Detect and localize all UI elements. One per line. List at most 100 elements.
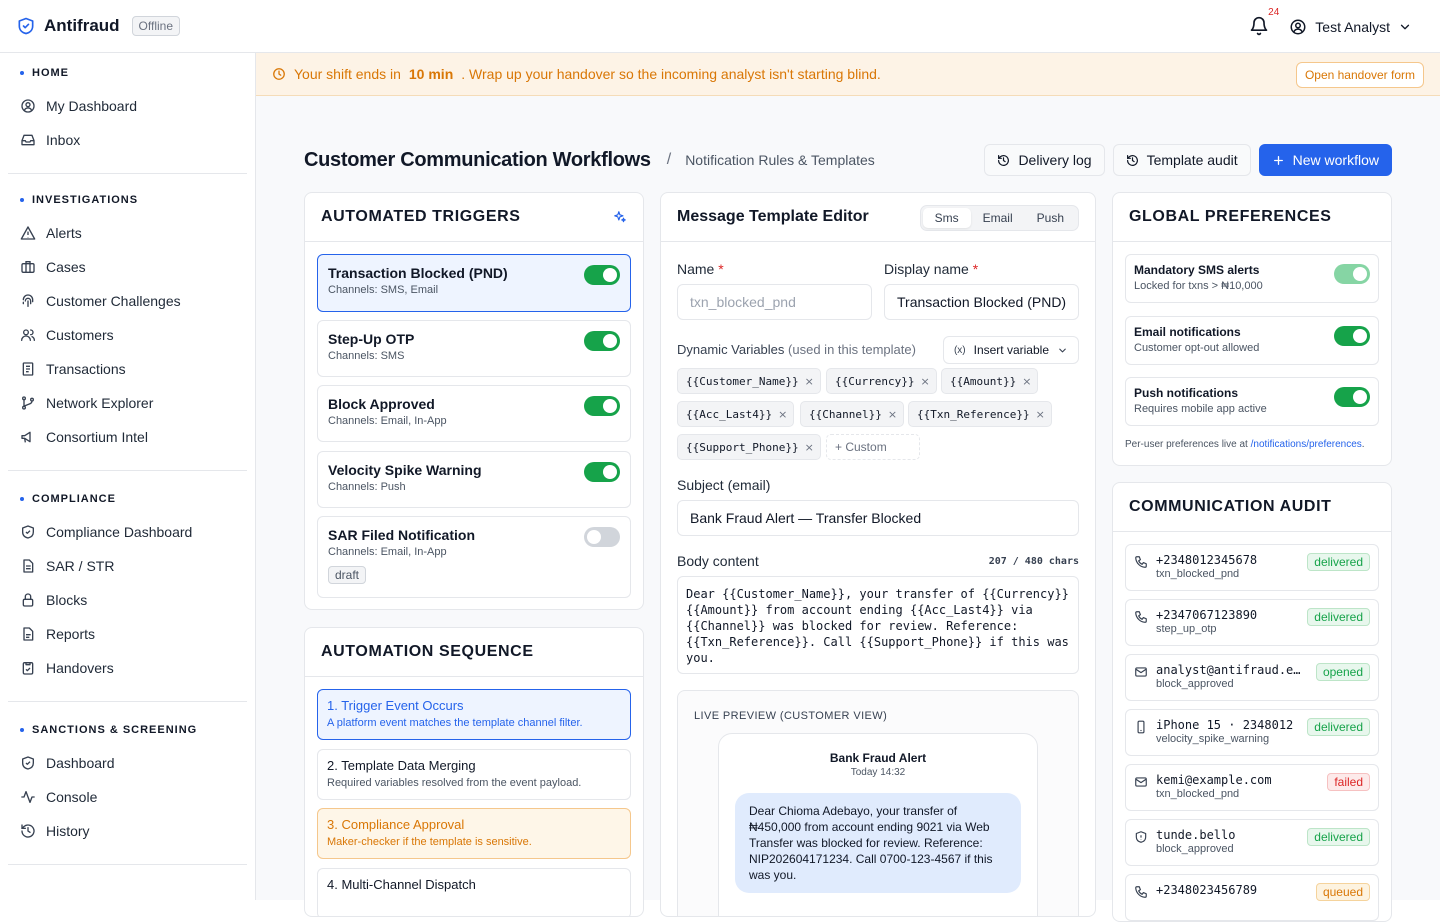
remove-icon[interactable]: × [805,375,814,388]
tab-push[interactable]: Push [1025,208,1076,228]
status-badge: failed [1327,773,1370,791]
trigger-toggle[interactable] [584,331,620,351]
open-handover-form-button[interactable]: Open handover form [1295,62,1424,88]
trigger-item[interactable]: Block Approved Channels: Email, In-App [317,385,631,442]
variable-chip[interactable]: {{Customer_Name}} × [677,368,821,394]
tab-sms[interactable]: Sms [922,208,971,228]
banner-minutes: 10 min [408,66,454,82]
nav-section-home: HOME My Dashboard Inbox [8,53,247,174]
user-menu[interactable]: Test Analyst [1289,18,1412,36]
banner-suffix: . Wrap up your handover so the incoming … [461,66,881,82]
remove-icon[interactable]: × [1022,375,1031,388]
variable-icon: (x) [953,344,966,356]
notifications-button[interactable]: 24 [1249,7,1279,38]
add-custom-variable-button[interactable]: + Custom [826,434,920,460]
variable-chip[interactable]: {{Txn_Reference}} × [908,401,1052,427]
sparkles-icon[interactable] [613,210,627,224]
display-name-input[interactable]: Transaction Blocked (PND) [884,284,1079,320]
trigger-item[interactable]: Velocity Spike Warning Channels: Push [317,451,631,508]
draft-badge: draft [328,566,367,584]
history-icon [1126,154,1139,167]
audit-row[interactable]: +2347067123890 step_up_otp delivered [1125,599,1379,646]
variable-chip[interactable]: {{Support_Phone}} × [677,434,821,460]
sequence-step[interactable]: 1. Trigger Event Occurs A platform event… [317,689,631,740]
remove-icon[interactable]: × [805,441,814,454]
preview-time: Today 14:32 [850,767,906,778]
new-workflow-button[interactable]: New workflow [1258,144,1392,176]
user-circle-icon [20,98,36,114]
status-badge: delivered [1307,828,1370,846]
sidebar-item-my-dashboard[interactable]: My Dashboard [16,89,239,123]
sidebar-item-alerts[interactable]: Alerts [16,216,239,250]
sequence-step[interactable]: 4. Multi-Channel Dispatch [317,868,631,916]
body-char-count: 207 / 480 chars [988,556,1079,567]
sidebar-item-network-explorer[interactable]: Network Explorer [16,386,239,420]
pref-toggle[interactable] [1334,326,1370,346]
page-subtitle[interactable]: Notification Rules & Templates [685,152,875,168]
pref-toggle-locked [1334,264,1370,284]
variable-chip[interactable]: {{Channel}} × [800,401,905,427]
sidebar-item-consortium-intel[interactable]: Consortium Intel [16,420,239,454]
audit-row[interactable]: kemi@example.com txn_blocked_pnd failed [1125,764,1379,811]
sidebar-item-customer-challenges[interactable]: Customer Challenges [16,284,239,318]
users-icon [20,327,36,343]
delivery-log-button[interactable]: Delivery log [984,144,1105,176]
inbox-icon [20,132,36,148]
audit-row[interactable]: iPhone 15 · 2348012 velocity_spike_warni… [1125,709,1379,756]
variable-chip[interactable]: {{Currency}} × [826,368,937,394]
sequence-step[interactable]: 3. Compliance Approval Maker-checker if … [317,808,631,859]
audit-row[interactable]: +2348012345678 txn_blocked_pnd delivered [1125,544,1379,591]
trigger-toggle[interactable] [584,527,620,547]
brand[interactable]: Antifraud Offline [16,16,181,36]
sidebar-item-transactions[interactable]: Transactions [16,352,239,386]
status-badge: delivered [1307,608,1370,626]
sidebar-item-history[interactable]: History [16,814,239,848]
trigger-item[interactable]: SAR Filed Notification Channels: Email, … [317,516,631,598]
sidebar-item-blocks[interactable]: Blocks [16,583,239,617]
live-preview: LIVE PREVIEW (CUSTOMER VIEW) Bank Fraud … [677,690,1079,916]
channel-tabs: Sms Email Push [919,205,1079,231]
offline-badge: Offline [131,16,181,36]
remove-icon[interactable]: × [888,408,897,421]
audit-row[interactable]: +2348023456789 queued [1125,874,1379,921]
sidebar-item-handovers[interactable]: Handovers [16,651,239,685]
trigger-item[interactable]: Step-Up OTP Channels: SMS [317,320,631,377]
name-input[interactable]: txn_blocked_pnd [677,284,872,320]
trigger-toggle[interactable] [584,462,620,482]
shift-banner: Your shift ends in 10 min . Wrap up your… [256,53,1440,96]
trigger-toggle[interactable] [584,396,620,416]
audit-row[interactable]: analyst@antifraud.example block_approved… [1125,654,1379,701]
clock-icon [272,67,286,81]
trigger-item[interactable]: Transaction Blocked (PND) Channels: SMS,… [317,254,631,312]
tab-email[interactable]: Email [971,208,1025,228]
variable-chip[interactable]: {{Amount}} × [941,368,1039,394]
remove-icon[interactable]: × [920,375,929,388]
variables-label: Dynamic Variables [677,342,785,357]
pref-toggle[interactable] [1334,387,1370,407]
nav-heading-compliance: COMPLIANCE [32,493,116,505]
smartphone-icon [1134,720,1148,734]
sequence-step[interactable]: 2. Template Data Merging Required variab… [317,749,631,800]
sidebar-item-customers[interactable]: Customers [16,318,239,352]
sidebar-item-inbox[interactable]: Inbox [16,123,239,157]
nav-section-compliance: COMPLIANCE Compliance Dashboard SAR / ST… [8,471,247,702]
body-textarea[interactable]: Dear {{Customer_Name}}, your transfer of… [677,576,1079,674]
template-audit-button[interactable]: Template audit [1112,144,1251,176]
variable-chip[interactable]: {{Acc_Last4}} × [677,401,795,427]
trigger-toggle[interactable] [584,265,620,285]
sidebar-item-reports[interactable]: Reports [16,617,239,651]
file-icon [20,626,36,642]
sidebar-item-cases[interactable]: Cases [16,250,239,284]
file-text-icon [20,558,36,574]
insert-variable-button[interactable]: (x) Insert variable [942,336,1079,364]
preferences-link[interactable]: /notifications/preferences [1251,439,1362,450]
sidebar-item-console[interactable]: Console [16,780,239,814]
sidebar-item-sanctions-dashboard[interactable]: Dashboard [16,746,239,780]
sidebar-item-compliance-dashboard[interactable]: Compliance Dashboard [16,515,239,549]
sidebar-item-sar-str[interactable]: SAR / STR [16,549,239,583]
audit-row[interactable]: tunde.bello block_approved delivered [1125,819,1379,866]
subject-input[interactable]: Bank Fraud Alert — Transfer Blocked [677,500,1079,536]
remove-icon[interactable]: × [1036,408,1045,421]
remove-icon[interactable]: × [778,408,787,421]
main-content: Customer Communication Workflows / Notif… [256,96,1440,922]
